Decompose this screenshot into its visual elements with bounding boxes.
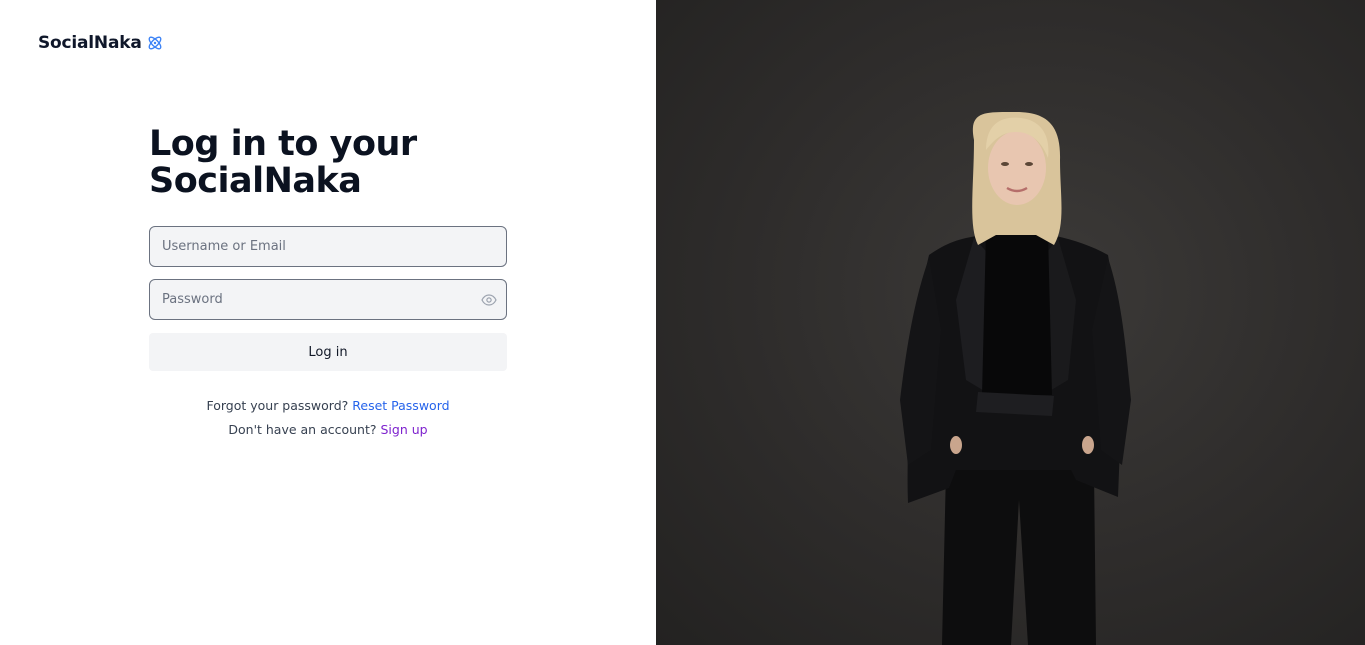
- hero-photo-panel: [656, 0, 1365, 645]
- brand-logo[interactable]: SocialNaka: [38, 33, 164, 53]
- login-page: SocialNaka Log in to your SocialNaka Use…: [0, 0, 1365, 645]
- page-title: Log in to your SocialNaka: [149, 124, 417, 201]
- signup-row: Don't have an account? Sign up: [149, 422, 507, 437]
- forgot-password-row: Forgot your password? Reset Password: [149, 398, 507, 413]
- password-field: [149, 279, 507, 320]
- login-button[interactable]: Log in: [149, 333, 507, 371]
- hero-photo: [900, 111, 1131, 645]
- brand-name: SocialNaka: [38, 33, 142, 53]
- atom-icon: [146, 34, 164, 52]
- reset-password-link[interactable]: Reset Password: [352, 398, 449, 413]
- password-input[interactable]: [150, 280, 506, 319]
- eye-icon[interactable]: [481, 292, 497, 308]
- username-field: [149, 226, 507, 267]
- signup-link[interactable]: Sign up: [381, 422, 428, 437]
- username-input[interactable]: [150, 227, 506, 266]
- login-form: Log in to your SocialNaka Log in Forgot …: [149, 126, 507, 446]
- auth-links: Forgot your password? Reset Password Don…: [149, 398, 507, 437]
- no-account-text: Don't have an account?: [228, 422, 377, 437]
- forgot-password-text: Forgot your password?: [206, 398, 349, 413]
- login-panel: SocialNaka Log in to your SocialNaka Use…: [0, 0, 656, 645]
